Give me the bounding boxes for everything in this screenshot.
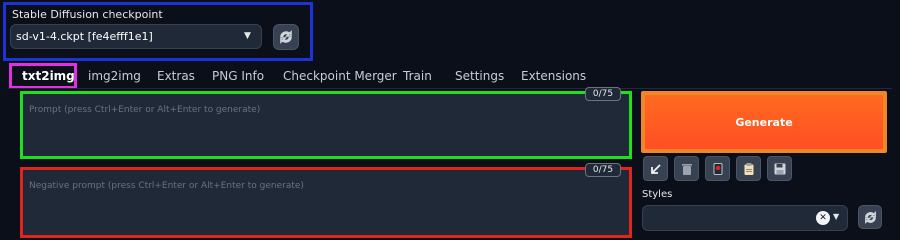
paste-params-button[interactable] xyxy=(643,156,668,181)
refresh-icon xyxy=(280,30,292,44)
tab-png-info[interactable]: PNG Info xyxy=(212,69,264,83)
apply-style-button[interactable] xyxy=(736,156,761,181)
checkpoint-label: Stable Diffusion checkpoint xyxy=(12,8,163,21)
save-icon xyxy=(774,163,785,174)
prompt-token-counter: 0/75 xyxy=(585,87,621,101)
clear-prompt-button[interactable] xyxy=(674,156,699,181)
checkpoint-refresh-button[interactable] xyxy=(273,24,299,50)
tab-extensions[interactable]: Extensions xyxy=(521,69,586,83)
checkpoint-value: sd-v1-4.ckpt [fe4efff1e1] xyxy=(16,30,153,43)
show-extra-networks-button[interactable] xyxy=(705,156,730,181)
caret-down-icon: ▼ xyxy=(833,212,840,221)
clipboard-icon xyxy=(744,162,753,175)
tab-txt2img[interactable]: txt2img xyxy=(22,69,75,83)
close-icon[interactable]: ✕ xyxy=(816,211,830,225)
prompt-input[interactable] xyxy=(20,91,632,159)
arrow-down-left-icon xyxy=(650,163,661,174)
tab-checkpoint-merger[interactable]: Checkpoint Merger xyxy=(283,69,397,83)
tab-extras[interactable]: Extras xyxy=(157,69,195,83)
trash-icon xyxy=(681,163,692,175)
tab-settings[interactable]: Settings xyxy=(455,69,504,83)
refresh-icon xyxy=(864,210,876,224)
negative-prompt-token-counter: 0/75 xyxy=(585,163,621,177)
save-style-button[interactable] xyxy=(767,156,792,181)
generate-button[interactable]: Generate xyxy=(645,95,883,149)
red-card-icon xyxy=(713,162,722,175)
prompt-placeholder: Prompt (press Ctrl+Enter or Alt+Enter to… xyxy=(29,105,261,115)
negative-prompt-placeholder: Negative prompt (press Ctrl+Enter or Alt… xyxy=(29,181,304,191)
styles-label: Styles xyxy=(642,189,673,200)
styles-refresh-button[interactable] xyxy=(858,205,882,229)
tabs-divider xyxy=(8,88,892,89)
caret-down-icon: ▼ xyxy=(244,31,251,41)
tab-train[interactable]: Train xyxy=(403,69,432,83)
tab-img2img[interactable]: img2img xyxy=(88,69,141,83)
negative-prompt-input[interactable] xyxy=(20,167,632,238)
